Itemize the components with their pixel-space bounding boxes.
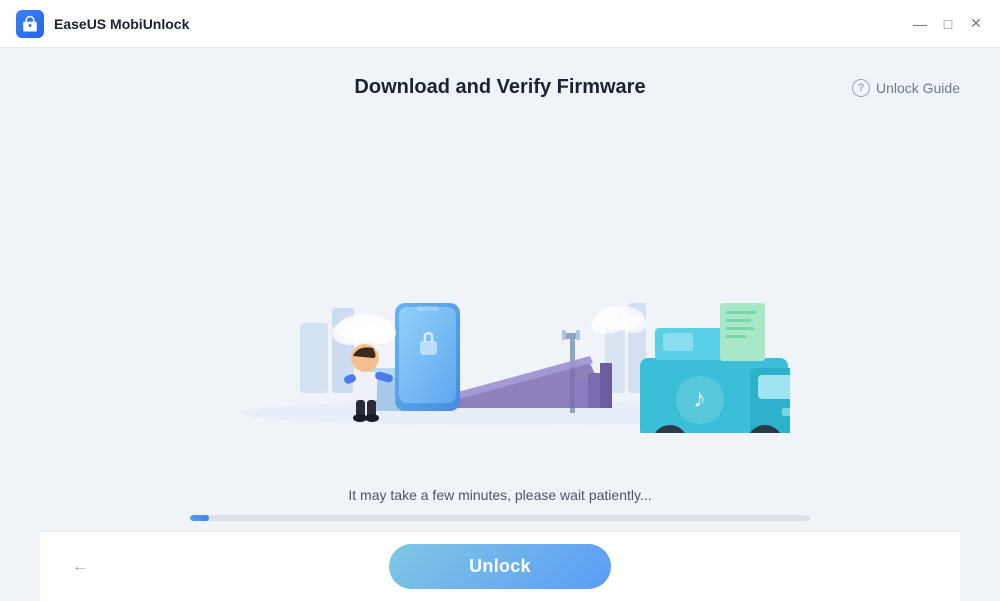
svg-text:♪: ♪ <box>693 383 706 413</box>
illustration-area: ♪ <box>40 109 960 487</box>
app-title: EaseUS MobiUnlock <box>54 16 189 32</box>
titlebar: EaseUS MobiUnlock — □ ✕ <box>0 0 1000 48</box>
progress-bar-container <box>190 515 810 521</box>
app-logo <box>16 10 44 38</box>
progress-status-text: It may take a few minutes, please wait p… <box>348 487 651 503</box>
minimize-button[interactable]: — <box>912 16 928 32</box>
titlebar-left: EaseUS MobiUnlock <box>16 10 189 38</box>
page-header: Download and Verify Firmware ? Unlock Gu… <box>40 48 960 99</box>
progress-area: It may take a few minutes, please wait p… <box>40 487 960 531</box>
help-icon: ? <box>852 79 870 97</box>
window-controls: — □ ✕ <box>912 16 984 32</box>
bottom-bar: ← Unlock <box>40 531 960 601</box>
back-button[interactable]: ← <box>64 551 96 583</box>
scene-illustration: ♪ <box>210 163 790 433</box>
progress-bar-fill <box>190 515 209 521</box>
main-content: Download and Verify Firmware ? Unlock Gu… <box>0 48 1000 601</box>
unlock-button[interactable]: Unlock <box>389 544 611 589</box>
page-title: Download and Verify Firmware <box>354 76 645 99</box>
unlock-guide-label: Unlock Guide <box>876 80 960 96</box>
unlock-guide-link[interactable]: ? Unlock Guide <box>852 79 960 97</box>
maximize-button[interactable]: □ <box>940 16 956 32</box>
close-button[interactable]: ✕ <box>968 16 984 32</box>
